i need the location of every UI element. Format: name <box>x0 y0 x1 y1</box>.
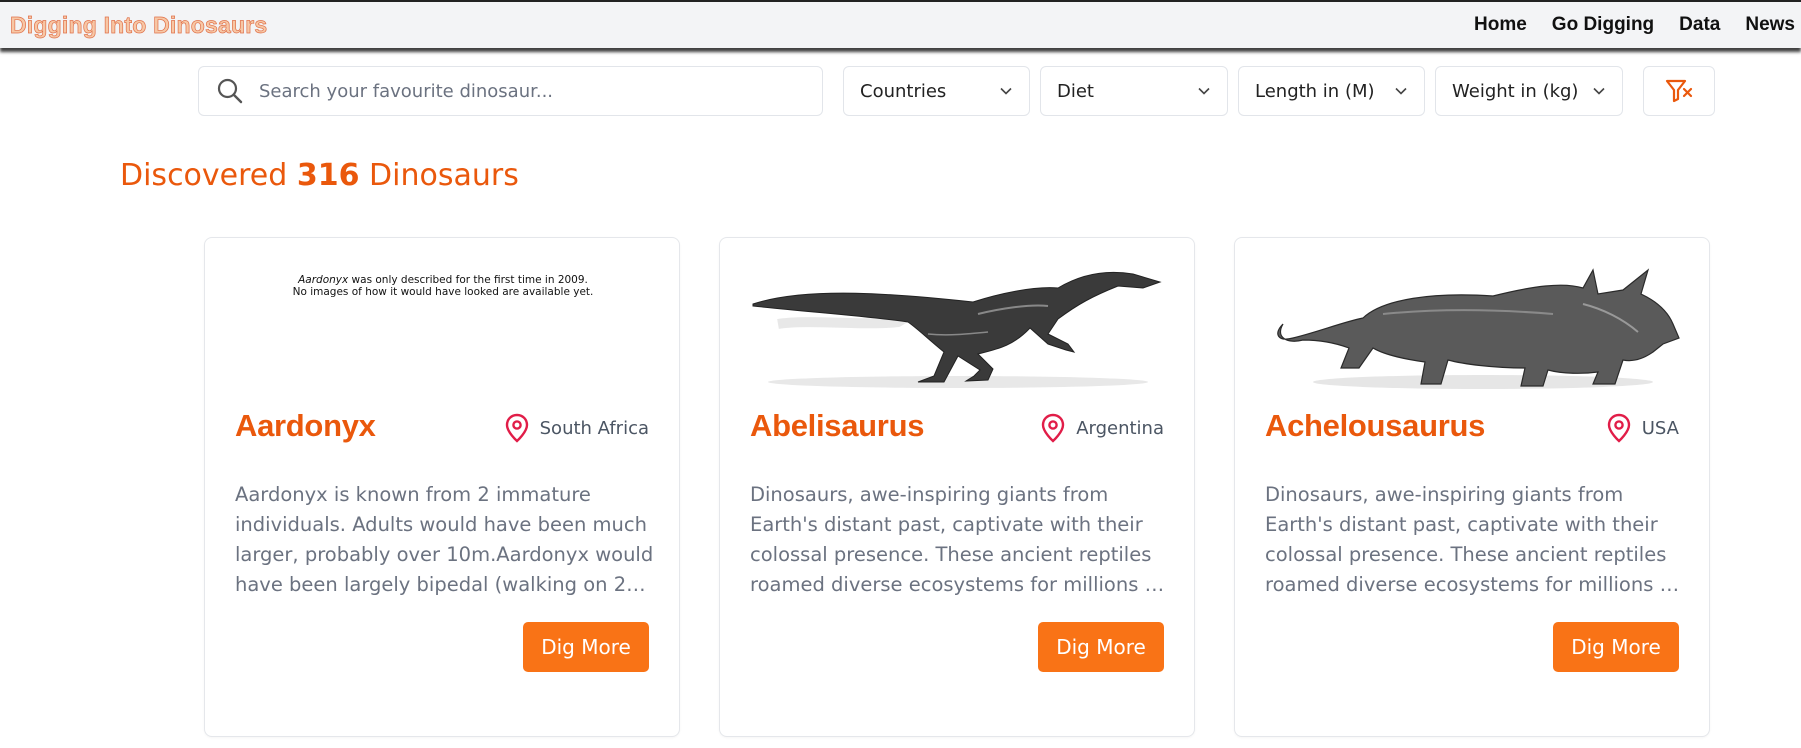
dinosaur-location: USA <box>1606 413 1679 443</box>
heading-suffix: Dinosaurs <box>369 158 519 193</box>
dinosaur-location: South Africa <box>504 413 649 443</box>
dinosaur-card[interactable]: Achelousaurus USA Dinosaurs, awe-inspiri… <box>1234 237 1710 737</box>
weight-select-label: Weight in (kg) <box>1452 80 1579 102</box>
dinosaur-country: Argentina <box>1076 417 1164 439</box>
location-pin-icon <box>1607 413 1630 443</box>
dinosaur-count: 316 <box>296 158 360 193</box>
navbar: Digging Into Dinosaurs Home Go Digging D… <box>0 0 1801 48</box>
results-heading: Discovered 316 Dinosaurs <box>120 158 519 193</box>
dig-more-button[interactable]: Dig More <box>1038 622 1164 672</box>
weight-select[interactable]: Weight in (kg) <box>1435 66 1623 116</box>
countries-select[interactable]: Countries <box>843 66 1030 116</box>
image-note-line1: was only described for the first time in… <box>348 274 588 286</box>
clear-filters-button[interactable] <box>1643 66 1715 116</box>
dinosaur-country: USA <box>1641 417 1679 439</box>
dinosaur-name: Achelousaurus <box>1265 408 1486 443</box>
filter-bar: Countries Diet Length in (M) Weight in (… <box>0 66 1801 118</box>
nav-link-home[interactable]: Home <box>1474 14 1527 36</box>
dig-more-button[interactable]: Dig More <box>1553 622 1679 672</box>
chevron-down-icon <box>1000 87 1012 95</box>
diet-select-label: Diet <box>1057 80 1094 102</box>
heading-prefix: Discovered <box>120 158 288 193</box>
chevron-down-icon <box>1198 87 1210 95</box>
dinosaur-card[interactable]: Abelisaurus Argentina Dinosaurs, awe-ins… <box>719 237 1195 737</box>
chevron-down-icon <box>1593 87 1605 95</box>
search-box[interactable] <box>198 66 823 116</box>
dig-more-button[interactable]: Dig More <box>523 622 649 672</box>
nav-link-data[interactable]: Data <box>1679 14 1720 36</box>
location-pin-icon <box>505 413 528 443</box>
dinosaur-image <box>1263 264 1683 394</box>
site-logo[interactable]: Digging Into Dinosaurs <box>10 11 268 39</box>
countries-select-label: Countries <box>860 80 947 102</box>
image-note-line2: No images of how it would have looked ar… <box>292 286 594 298</box>
search-icon <box>215 76 245 106</box>
length-select[interactable]: Length in (M) <box>1238 66 1425 116</box>
dinosaur-image-placeholder: Aardonyx was only described for the firs… <box>233 264 653 394</box>
nav-link-go-digging[interactable]: Go Digging <box>1552 14 1654 36</box>
location-pin-icon <box>1041 413 1065 443</box>
length-select-label: Length in (M) <box>1255 80 1375 102</box>
nav-link-news[interactable]: News <box>1745 14 1795 36</box>
search-input[interactable] <box>259 80 799 102</box>
diet-select[interactable]: Diet <box>1040 66 1228 116</box>
dinosaur-description: Dinosaurs, awe-inspiring giants from Ear… <box>1265 483 1679 596</box>
dinosaur-image <box>748 264 1168 394</box>
image-note-name: Aardonyx <box>298 274 349 286</box>
dinosaur-name: Aardonyx <box>235 408 376 443</box>
dinosaur-location: Argentina <box>1040 413 1164 443</box>
dinosaur-description: Aardonyx is known from 2 immature indivi… <box>235 483 654 596</box>
filter-clear-icon <box>1665 79 1693 103</box>
nav-links: Home Go Digging Data News <box>1449 14 1795 36</box>
dinosaur-card[interactable]: Aardonyx was only described for the firs… <box>204 237 680 737</box>
chevron-down-icon <box>1395 87 1407 95</box>
dinosaur-country: South Africa <box>539 417 649 439</box>
dinosaur-name: Abelisaurus <box>750 408 925 443</box>
dinosaur-description: Dinosaurs, awe-inspiring giants from Ear… <box>750 483 1164 596</box>
